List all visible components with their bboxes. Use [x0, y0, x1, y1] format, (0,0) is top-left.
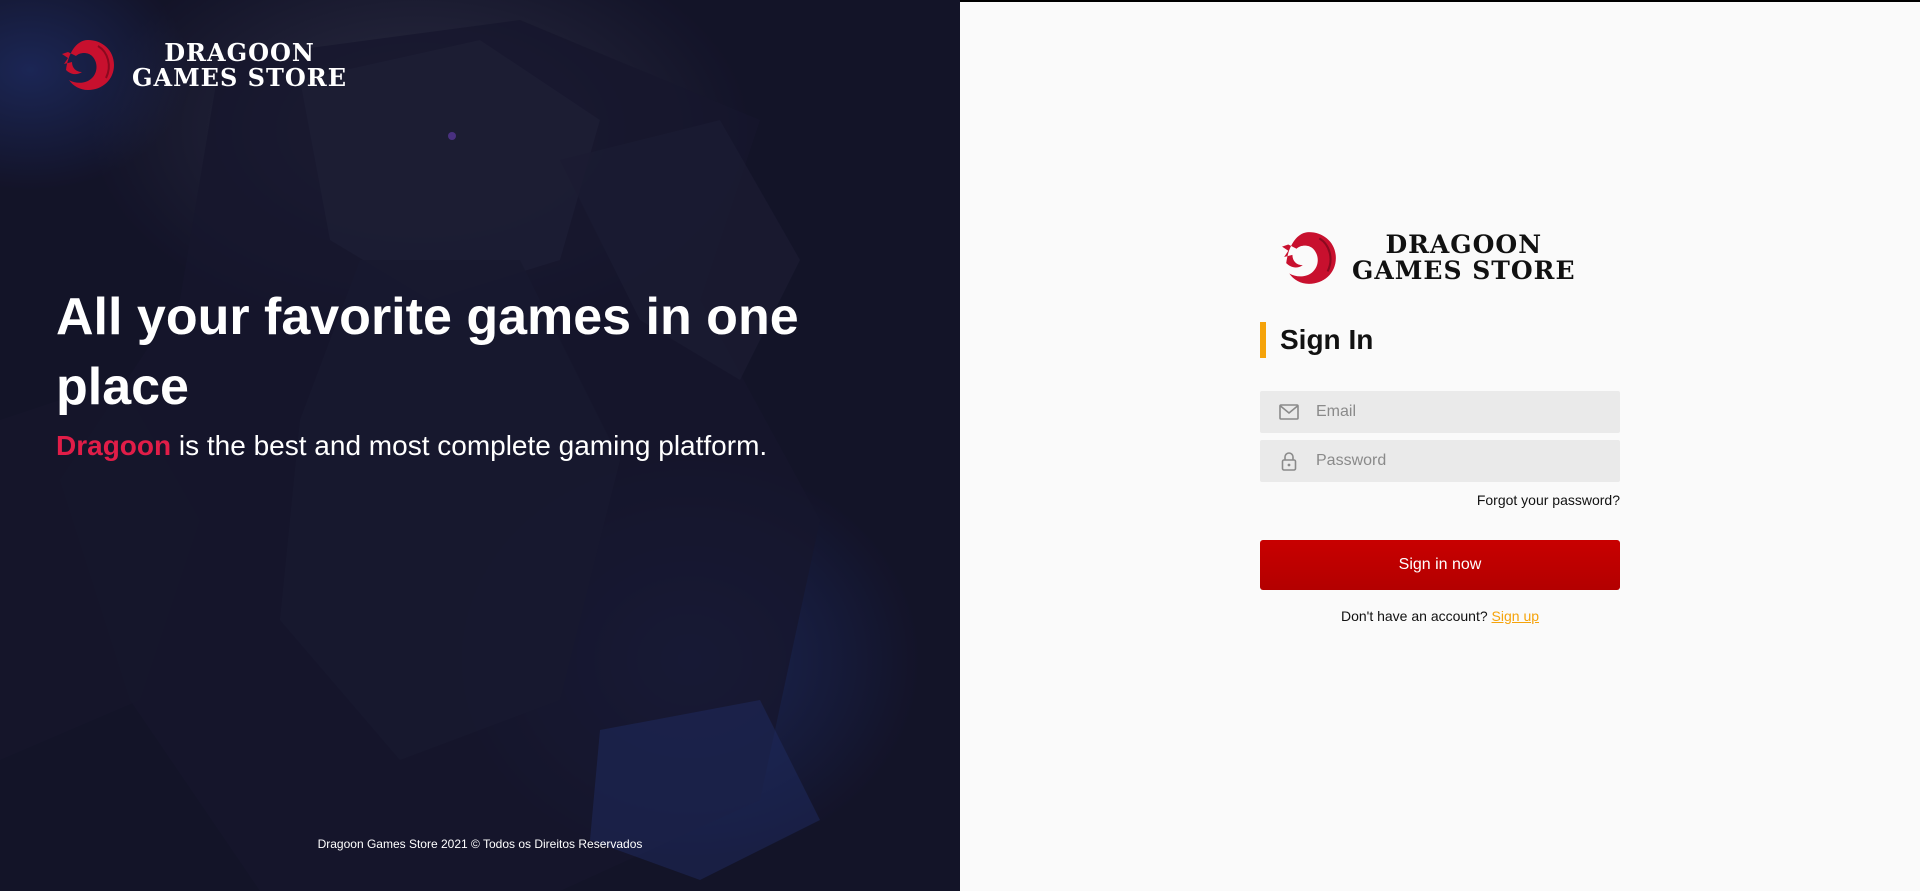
- email-field[interactable]: [1260, 391, 1620, 433]
- signin-panel: DRAGOON GAMES STORE Sign In Email Forgot…: [960, 0, 1920, 891]
- no-account-text: Don't have an account?: [1340, 608, 1492, 624]
- signup-link[interactable]: Sign up: [1492, 608, 1539, 624]
- mail-icon: [1278, 401, 1300, 423]
- form-logo: DRAGOON GAMES STORE: [1276, 228, 1576, 288]
- signin-title: Sign In: [1260, 322, 1373, 358]
- logo-line-2: GAMES STORE: [1352, 256, 1576, 285]
- password-input[interactable]: [1314, 451, 1598, 471]
- signin-button[interactable]: Sign in now: [1260, 540, 1620, 590]
- email-input[interactable]: [1314, 402, 1598, 422]
- hero-subtitle-rest: is the best and most complete gaming pla…: [171, 430, 768, 461]
- hero-headline: All your favorite games in one place: [56, 288, 799, 416]
- lock-icon: [1278, 450, 1300, 472]
- form-logo-text: DRAGOON GAMES STORE: [1352, 229, 1576, 285]
- footer-copyright: Dragoon Games Store 2021 © Todos os Dire…: [317, 837, 643, 851]
- logo-line-2: GAMES STORE: [132, 63, 347, 92]
- password-field[interactable]: [1260, 440, 1620, 482]
- logo-line-1: DRAGOON: [1385, 229, 1543, 259]
- logo-line-1: DRAGOON: [164, 37, 315, 67]
- forgot-password-link[interactable]: Forgot your password?: [1477, 492, 1620, 508]
- hero-logo[interactable]: DRAGOON GAMES STORE: [58, 36, 347, 94]
- login-page: DRAGOON GAMES STORE All your favorite ga…: [0, 0, 1920, 891]
- hero-panel: DRAGOON GAMES STORE All your favorite ga…: [0, 0, 960, 891]
- dragon-emblem-icon: [1282, 232, 1336, 284]
- dragon-emblem-icon: [62, 40, 114, 90]
- signup-prompt: Don't have an account? Sign up: [1260, 608, 1620, 624]
- hero-logo-text: DRAGOON GAMES STORE: [132, 37, 347, 92]
- hero-brand-word: Dragoon: [56, 430, 172, 461]
- hero-subtitle: Dragoon is the best and most complete ga…: [56, 430, 767, 462]
